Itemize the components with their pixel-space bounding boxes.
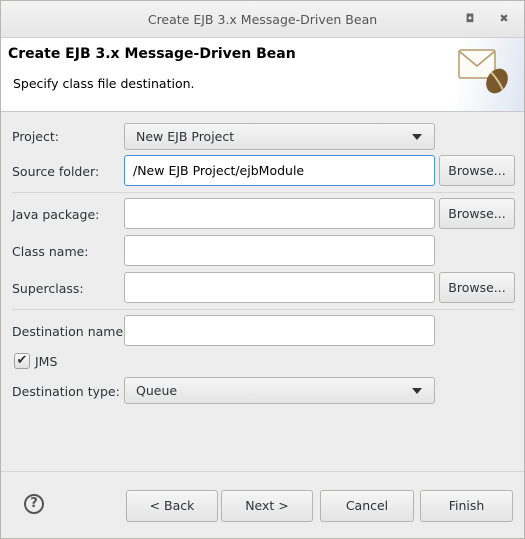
browse-source-folder-button[interactable]: Browse... — [439, 155, 515, 186]
destination-type-value: Queue — [136, 383, 178, 398]
title-bar: Create EJB 3.x Message-Driven Bean — [1, 1, 524, 38]
jms-label[interactable]: JMS — [35, 354, 57, 369]
superclass-input[interactable] — [124, 272, 435, 303]
cancel-button[interactable]: Cancel — [320, 490, 414, 522]
java-package-label: Java package: — [12, 207, 100, 222]
project-value: New EJB Project — [136, 129, 235, 144]
wizard-header: Create EJB 3.x Message-Driven Bean Speci… — [1, 38, 524, 112]
window-title: Create EJB 3.x Message-Driven Bean — [147, 12, 378, 27]
separator — [12, 192, 515, 193]
maximize-icon[interactable]: ◘ — [463, 12, 477, 26]
browse-java-package-button[interactable]: Browse... — [439, 198, 515, 229]
help-icon[interactable]: ? — [24, 494, 44, 514]
page-title: Create EJB 3.x Message-Driven Bean — [8, 46, 296, 62]
chevron-down-icon — [412, 388, 422, 394]
separator — [12, 309, 515, 310]
footer-separator — [1, 471, 524, 472]
project-combo[interactable]: New EJB Project — [124, 123, 435, 150]
destination-name-label: Destination name: — [12, 324, 128, 339]
destination-type-combo[interactable]: Queue — [124, 377, 435, 404]
project-label: Project: — [12, 129, 59, 144]
class-name-input[interactable] — [124, 235, 435, 266]
superclass-label: Superclass: — [12, 281, 84, 296]
next-button[interactable]: Next > — [221, 490, 313, 522]
source-folder-label: Source folder: — [12, 164, 100, 179]
close-icon[interactable]: ✖ — [497, 12, 511, 26]
checkmark-icon: ✔ — [16, 353, 28, 368]
destination-type-label: Destination type: — [12, 384, 120, 399]
back-button[interactable]: < Back — [126, 490, 218, 522]
source-folder-input[interactable]: /New EJB Project/ejbModule — [124, 155, 435, 186]
java-package-input[interactable] — [124, 198, 435, 229]
destination-name-input[interactable] — [124, 315, 435, 346]
class-name-label: Class name: — [12, 244, 89, 259]
chevron-down-icon — [412, 134, 422, 140]
page-description: Specify class file destination. — [13, 76, 195, 91]
browse-superclass-button[interactable]: Browse... — [439, 272, 515, 303]
jms-checkbox[interactable]: ✔ — [14, 353, 30, 369]
finish-button[interactable]: Finish — [420, 490, 513, 522]
envelope-bean-icon — [458, 49, 508, 94]
